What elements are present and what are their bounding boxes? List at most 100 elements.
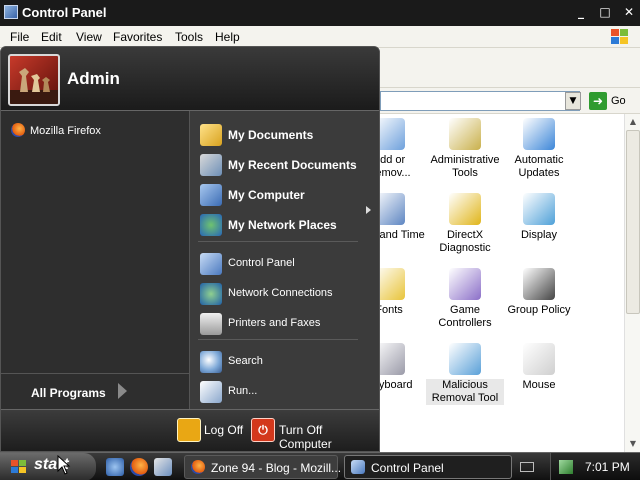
recent-documents-icon <box>200 154 222 176</box>
malicious-removal-tool-icon <box>449 343 481 375</box>
turn-off-label: Turn Off Computer <box>279 423 332 451</box>
mouse-cursor-icon <box>57 455 71 475</box>
item-label: Diagnostic <box>439 242 491 254</box>
scroll-up-arrow-icon[interactable]: ▲ <box>625 114 640 130</box>
menu-favorites[interactable]: Favorites <box>113 30 162 44</box>
log-off-label: Log Off <box>204 423 244 437</box>
run-icon <box>200 381 222 403</box>
item-label: Display <box>520 229 558 241</box>
group-policy-icon <box>523 268 555 300</box>
all-programs-button[interactable]: All Programs <box>1 373 189 409</box>
item-label: Mouse <box>522 379 556 391</box>
pinned-firefox-label: Mozilla Firefox <box>30 125 101 137</box>
control-panel-item-automatic-updates[interactable]: Automatic Updates <box>500 118 578 180</box>
task-label: Control Panel <box>371 461 444 475</box>
control-panel-items: Add or Remov... Administrative Tools Automat… <box>353 114 624 452</box>
menu-help[interactable]: Help <box>215 30 240 44</box>
directx-icon <box>449 193 481 225</box>
task-firefox[interactable]: Zone 94 - Blog - Mozill... <box>184 455 342 479</box>
item-label: Tools <box>452 167 478 179</box>
key-icon <box>177 418 201 442</box>
item-label: Group Policy <box>507 304 571 316</box>
my-recent-documents-label: My Recent Documents <box>228 158 357 172</box>
item-label: Automatic <box>514 154 564 166</box>
task-control-panel[interactable]: Control Panel <box>344 455 512 479</box>
control-panel-item-group-policy[interactable]: Group Policy <box>500 268 578 317</box>
menu-file[interactable]: File <box>10 30 29 44</box>
network-connections-label: Network Connections <box>228 287 333 299</box>
item-label: Administrative <box>430 154 500 166</box>
my-documents-label: My Documents <box>228 128 314 142</box>
menu-tools[interactable]: Tools <box>175 30 203 44</box>
menu-edit[interactable]: Edit <box>41 30 62 44</box>
item-label: Removal Tool <box>426 392 504 405</box>
control-panel-item-administrative-tools[interactable]: Administrative Tools <box>426 118 504 180</box>
control-panel-item-directx-diagnostic[interactable]: DirectX Diagnostic <box>426 193 504 255</box>
ie-quicklaunch-icon[interactable] <box>106 458 124 476</box>
power-icon: ⏻ <box>251 418 275 442</box>
windows-logo-icon <box>611 29 628 44</box>
network-tray-icon[interactable] <box>559 460 573 474</box>
keyboard-layout-icon[interactable] <box>520 462 534 472</box>
pinned-firefox[interactable]: Mozilla Firefox <box>11 123 101 137</box>
separator <box>198 339 358 340</box>
chess-pieces-icon <box>10 68 58 104</box>
firefox-quicklaunch-icon[interactable] <box>130 458 148 476</box>
control-panel-item-display[interactable]: Display <box>500 193 578 242</box>
printer-icon <box>200 313 222 335</box>
my-network-places-label: My Network Places <box>228 218 337 232</box>
menu-bar: File Edit View Favorites Tools Help <box>0 26 640 48</box>
administrative-tools-icon <box>449 118 481 150</box>
system-tray: 7:01 PM <box>550 453 640 480</box>
clock[interactable]: 7:01 PM <box>585 460 630 474</box>
scroll-thumb[interactable] <box>626 130 640 314</box>
title-bar[interactable]: Control Panel _ □ ✕ <box>0 0 640 26</box>
maximize-button[interactable]: □ <box>596 4 614 21</box>
start-menu-footer: Log Off ⏻ Turn Off Computer <box>1 409 379 451</box>
minimize-button[interactable]: _ <box>572 4 590 21</box>
item-label: Controllers <box>438 317 492 329</box>
all-programs-label: All Programs <box>31 386 106 400</box>
submenu-arrow-icon <box>366 206 371 214</box>
mouse-icon <box>523 343 555 375</box>
firefox-icon <box>11 123 25 137</box>
control-panel-app-icon <box>4 5 18 19</box>
control-panel-item-mouse[interactable]: Mouse <box>500 343 578 392</box>
user-avatar[interactable] <box>8 54 60 106</box>
printers-faxes-label: Printers and Faxes <box>228 317 321 329</box>
my-documents-icon <box>200 124 222 146</box>
run-label: Run... <box>228 385 258 397</box>
turn-off-button[interactable]: ⏻ Turn Off Computer <box>251 418 377 451</box>
separator <box>198 241 358 242</box>
control-panel-icon <box>351 460 365 474</box>
control-panel-label: Control Panel <box>228 257 295 269</box>
close-button[interactable]: ✕ <box>620 4 638 21</box>
go-button[interactable]: Go <box>611 95 626 107</box>
all-programs-arrow-icon <box>118 383 127 399</box>
address-input[interactable] <box>380 91 580 111</box>
control-panel-item-malicious-removal-tool[interactable]: Malicious Removal Tool <box>426 343 504 405</box>
vertical-scrollbar[interactable]: ▲ ▼ <box>624 114 640 452</box>
toolbar <box>380 48 640 88</box>
control-panel-item-game-controllers[interactable]: Game Controllers <box>426 268 504 330</box>
search-label: Search <box>228 355 263 367</box>
log-off-button[interactable]: Log Off <box>177 418 247 444</box>
start-menu: Admin Mozilla Firefox All Programs My Do… <box>0 46 380 452</box>
network-connections-icon <box>200 283 222 305</box>
address-dropdown-button[interactable]: ▼ <box>565 92 581 110</box>
control-panel-icon <box>200 253 222 275</box>
my-computer-icon <box>200 184 222 206</box>
show-desktop-icon[interactable] <box>154 458 172 476</box>
network-places-icon <box>200 214 222 236</box>
menu-view[interactable]: View <box>76 30 102 44</box>
display-icon <box>523 193 555 225</box>
search-icon <box>200 351 222 373</box>
start-button[interactable]: start <box>0 453 96 480</box>
scroll-down-arrow-icon[interactable]: ▼ <box>625 436 640 452</box>
task-label: Zone 94 - Blog - Mozill... <box>211 461 342 475</box>
go-arrow-icon[interactable]: ➜ <box>589 92 607 110</box>
firefox-icon <box>191 460 205 474</box>
automatic-updates-icon <box>523 118 555 150</box>
start-menu-right-pane: My Documents My Recent Documents My Comp… <box>189 111 379 409</box>
start-menu-header: Admin <box>1 47 379 111</box>
